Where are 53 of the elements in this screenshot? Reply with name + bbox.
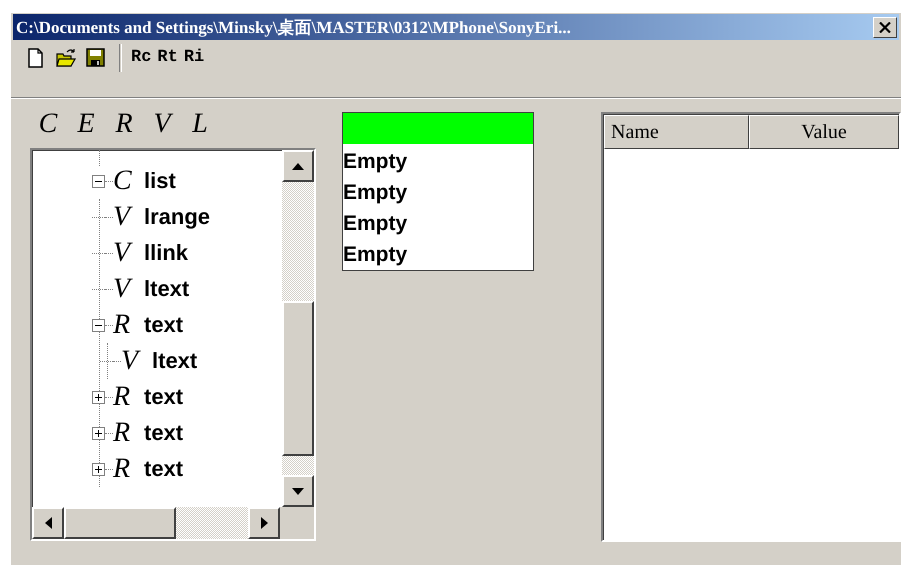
node-icon: V [121, 346, 148, 376]
scroll-up-button[interactable] [282, 150, 314, 182]
close-button[interactable] [873, 16, 897, 38]
scroll-thumb[interactable] [64, 507, 176, 539]
column-header[interactable]: Name [604, 115, 749, 149]
listbox-option[interactable]: Empty [342, 237, 533, 268]
close-icon [879, 22, 891, 32]
toolbar-button[interactable]: V [146, 108, 178, 140]
column-header[interactable]: Value [749, 115, 899, 149]
node-icon: R [113, 382, 140, 412]
toolbar-button[interactable]: C [32, 108, 64, 140]
page-icon [26, 48, 46, 68]
toolbar-button[interactable]: Rt [154, 48, 181, 67]
tree-item[interactable]: llink [140, 240, 188, 266]
collapse-icon[interactable] [92, 318, 105, 332]
scroll-left-button[interactable] [32, 507, 64, 539]
tree-item[interactable]: text [140, 420, 184, 446]
scroll-down-button[interactable] [282, 475, 314, 507]
collapse-icon[interactable] [92, 174, 105, 188]
expand-icon[interactable] [92, 426, 105, 440]
tree-item[interactable]: ltext [148, 348, 198, 374]
toolbar-button[interactable]: L [184, 108, 216, 140]
scroll-right-button[interactable] [248, 507, 280, 539]
folder-icon [56, 48, 76, 68]
tree-item[interactable]: list [140, 168, 176, 194]
scroll-thumb[interactable] [282, 301, 314, 456]
expand-icon[interactable] [92, 390, 105, 404]
node-icon: R [113, 454, 140, 484]
tree-item[interactable]: lrange [140, 204, 210, 230]
node-icon: V [113, 202, 140, 232]
listbox-option[interactable]: Empty [342, 175, 533, 206]
window-title: C:\Documents and Settings\Minsky\桌面\MASTER\0312\MPhone\SonyEri... [16, 16, 571, 38]
toolbar-button[interactable]: Rc [128, 48, 154, 67]
node-icon: R [113, 418, 140, 448]
node-icon: V [113, 238, 140, 268]
tree-item[interactable]: text [140, 456, 184, 482]
toolbar-button[interactable]: R [108, 108, 140, 140]
scrollbar-corner [280, 507, 314, 539]
node-icon: C [113, 166, 140, 196]
listbox-option[interactable]: Empty [342, 144, 533, 175]
tree-item[interactable]: text [140, 384, 184, 410]
left-arrow-icon [44, 517, 52, 529]
toolbar-button[interactable]: Ri [180, 48, 208, 67]
tree-item[interactable]: text [140, 312, 184, 338]
down-arrow-icon [292, 488, 304, 494]
right-arrow-icon [260, 517, 268, 529]
tree-item[interactable]: ltext [140, 276, 190, 302]
up-arrow-icon [292, 162, 304, 170]
toolbar-button[interactable]: E [70, 108, 102, 140]
listbox-option[interactable]: Empty [342, 206, 533, 237]
node-icon: V [113, 274, 140, 304]
expand-icon[interactable] [92, 462, 105, 476]
node-icon: R [113, 310, 140, 340]
